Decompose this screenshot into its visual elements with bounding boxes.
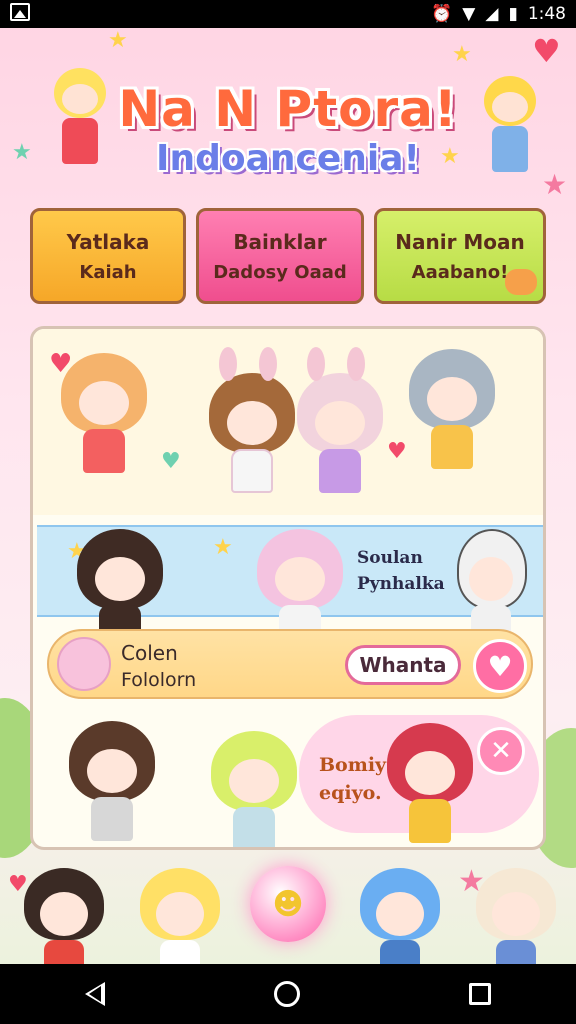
character-portrait[interactable] [297, 347, 383, 541]
row-title: Colen [121, 641, 178, 665]
avatar [57, 637, 111, 691]
signal-icon: ◢ [485, 4, 499, 24]
heart-icon: ♥ [487, 649, 513, 683]
character-row-1: ♥ ♥ ♥ [33, 329, 543, 515]
app-screen: ★ ★ ★ ★ ★ ♥ Na N Ptora! Indoancenia! Yat… [0, 28, 576, 964]
character-panel: ♥ ♥ ♥ ★ ★ Soulan Pynhalka Colen Fololorn… [30, 326, 546, 850]
card-title: Nanir Moan [395, 229, 525, 254]
favorite-heart-button[interactable]: ♥ [473, 639, 527, 693]
character-portrait[interactable] [61, 353, 147, 521]
category-card-3[interactable]: Nanir Moan Aaabano! [374, 208, 546, 304]
heart-icon: ♥ [161, 449, 181, 474]
battery-icon: ▮ [508, 4, 518, 24]
character-orb-icon: ☻ [272, 886, 304, 922]
character-bubble[interactable]: Bomiy eqiyo. ✕ [299, 715, 539, 843]
alarm-icon: ⏰ [431, 4, 453, 24]
character-portrait[interactable] [140, 868, 220, 964]
row-label: Soulan Pynhalka [357, 545, 445, 597]
category-card-1[interactable]: Yatlaka Kaiah [30, 208, 186, 304]
character-portrait[interactable] [360, 868, 440, 964]
character-portrait[interactable] [24, 868, 104, 964]
character-portrait[interactable] [476, 868, 556, 964]
row-subtitle: Fololorn [121, 669, 197, 691]
bubble-line1: Bomiy [319, 754, 387, 776]
row-label-line2: Pynhalka [357, 574, 445, 594]
wifi-icon: ▼ [462, 4, 476, 24]
card-title: Yatlaka [66, 229, 150, 254]
close-icon: ✕ [490, 736, 512, 766]
character-portrait[interactable] [409, 349, 495, 517]
character-portrait[interactable] [69, 721, 155, 847]
status-bar: ⏰ ▼ ◢ ▮ 1:48 [0, 0, 576, 28]
bubble-line2: eqiyo. [319, 782, 382, 804]
system-nav-bar [0, 964, 576, 1024]
bottom-character-bar: ♥ ★ ☻ [0, 858, 576, 964]
heart-icon: ♥ [532, 32, 561, 70]
header: ★ ★ ★ ★ ★ ♥ Na N Ptora! Indoancenia! [0, 28, 576, 201]
back-icon[interactable] [84, 982, 105, 1006]
home-icon[interactable] [273, 981, 300, 1007]
category-card-2[interactable]: Bainklar Dadosy Oaad [196, 208, 364, 304]
close-button[interactable]: ✕ [477, 727, 525, 775]
cat-icon [505, 269, 537, 295]
heart-icon: ♥ [387, 439, 407, 464]
character-row-2[interactable]: ★ ★ Soulan Pynhalka [37, 525, 543, 649]
card-subtitle: Dadosy Oaad [213, 261, 347, 283]
star-icon: ★ [108, 28, 128, 53]
status-left [10, 2, 30, 26]
status-right: ⏰ ▼ ◢ ▮ 1:48 [431, 4, 566, 24]
bubble-text: Bomiy eqiyo. [319, 751, 386, 807]
character-portrait [387, 723, 473, 847]
row-label-line1: Soulan [357, 548, 423, 568]
character-row-3[interactable]: Colen Fololorn Whanta ♥ [47, 629, 533, 699]
category-cards: Yatlaka Kaiah Bainklar Dadosy Oaad Nanir… [30, 208, 546, 304]
card-subtitle: Aaabano! [411, 261, 509, 283]
character-portrait[interactable] [209, 347, 295, 541]
app-title: Na N Ptora! [118, 80, 458, 138]
card-title: Bainklar [233, 229, 327, 254]
image-icon [10, 2, 30, 21]
status-time: 1:48 [527, 4, 566, 24]
card-subtitle: Kaiah [79, 261, 137, 283]
character-portrait[interactable] [211, 731, 297, 847]
recent-apps-icon[interactable] [469, 983, 492, 1005]
app-subtitle: Indoancenia! [156, 138, 420, 179]
center-orb-button[interactable]: ☻ [250, 866, 326, 942]
star-icon: ★ [213, 535, 233, 560]
character-row-4: Bomiy eqiyo. ✕ [33, 711, 543, 847]
star-icon: ★ [452, 42, 472, 67]
want-button[interactable]: Whanta [345, 645, 461, 685]
